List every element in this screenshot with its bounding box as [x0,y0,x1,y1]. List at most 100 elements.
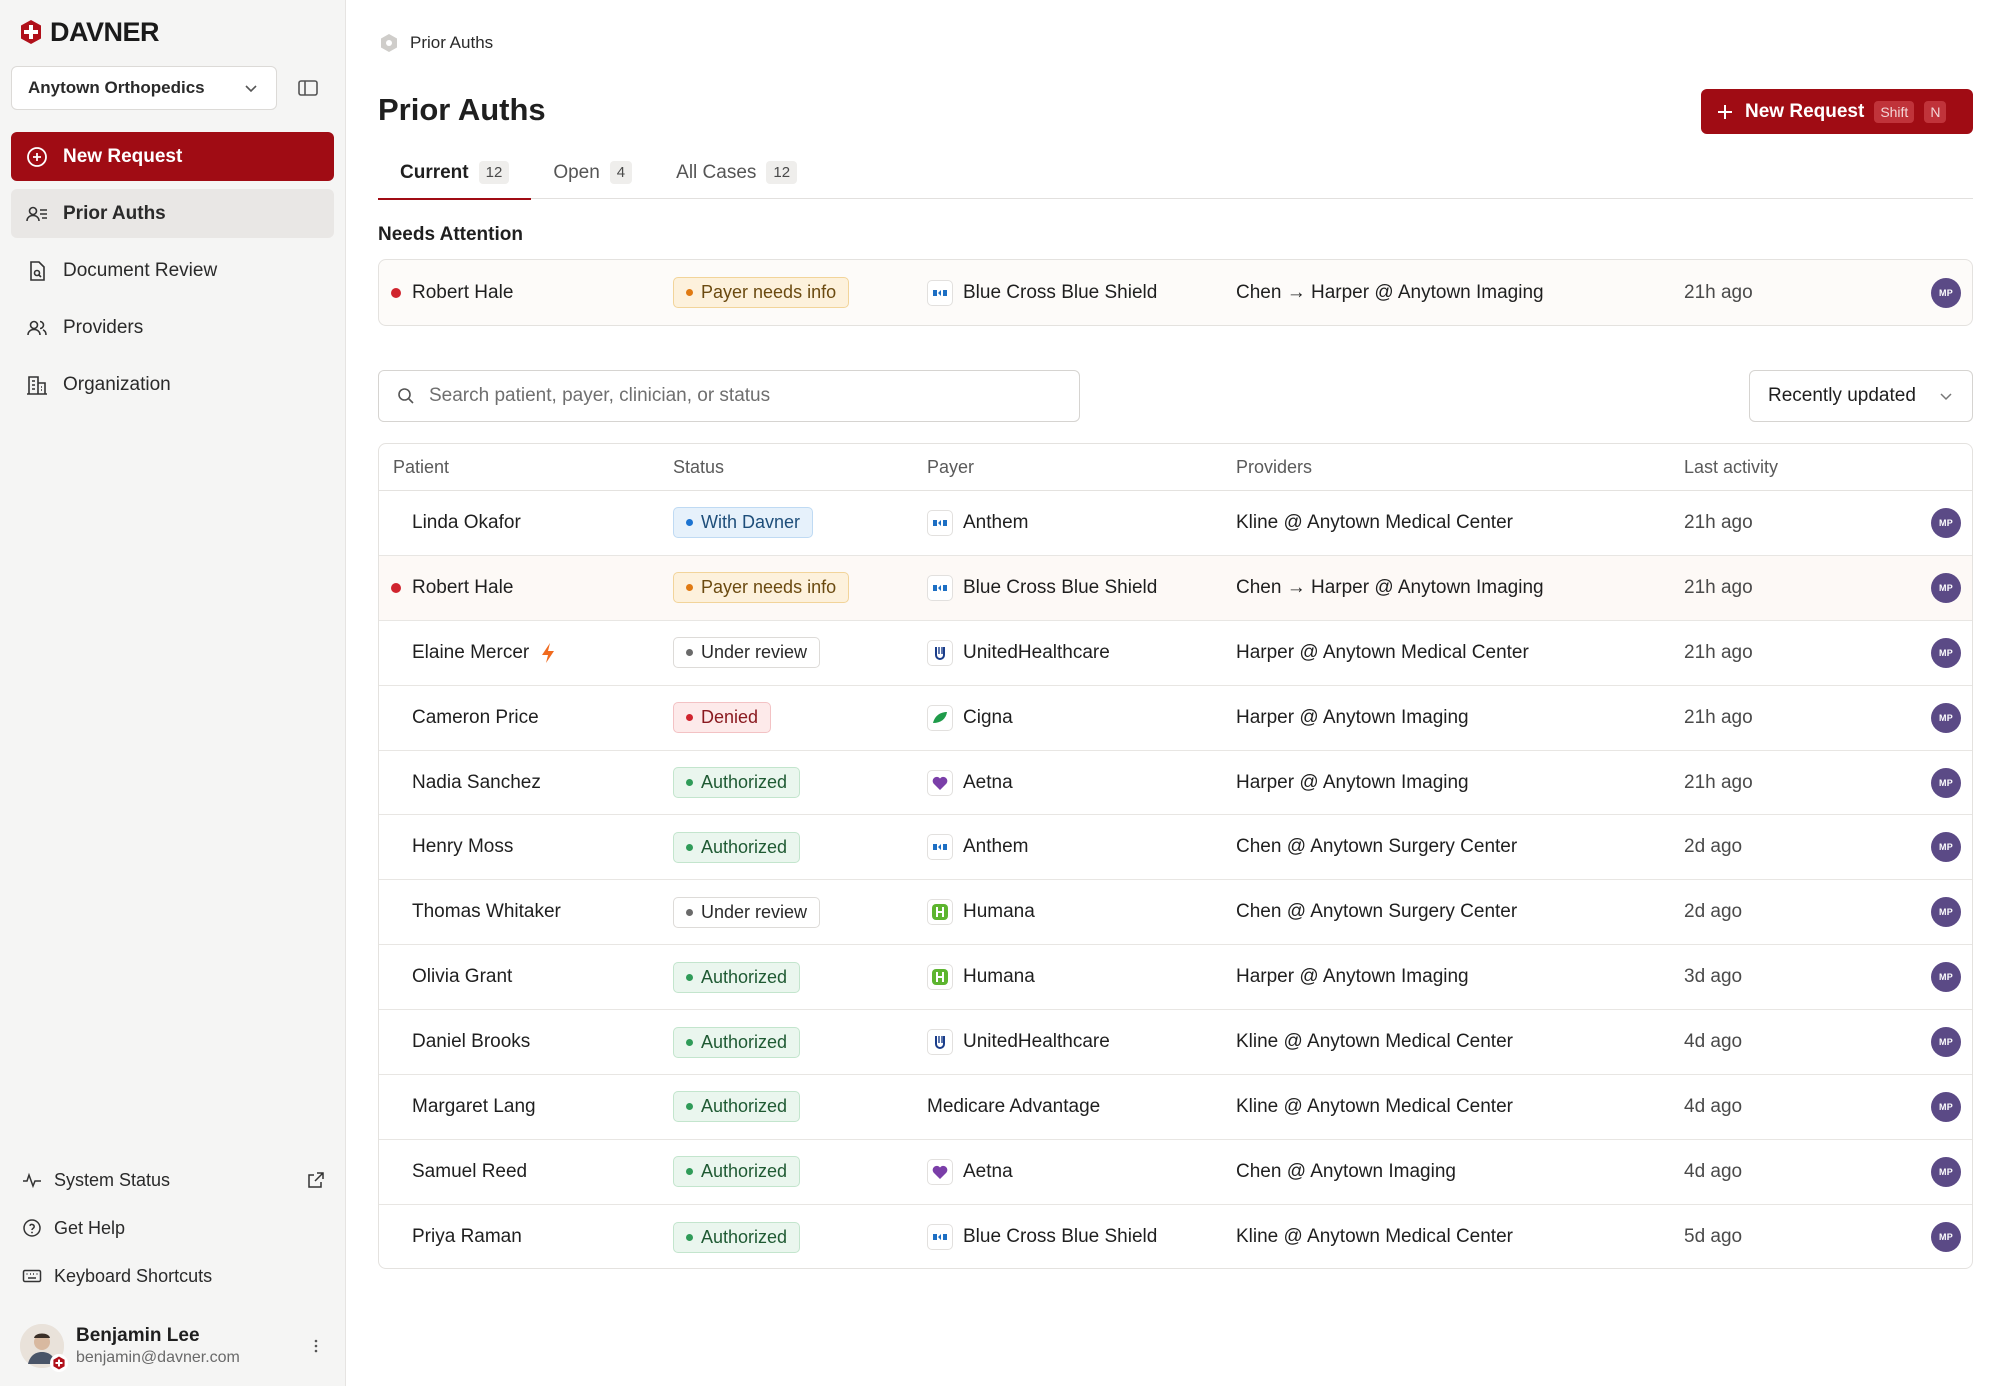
building-icon [27,375,47,395]
brand-name: DAVNER [50,16,160,47]
owner-avatar[interactable]: MP [1931,1027,1961,1058]
status-text: Authorized [701,772,788,792]
status-dot-icon [686,908,693,916]
payer-name: Blue Cross Blue Shield [963,1226,1158,1248]
patient-name: Margaret Lang [412,1095,536,1117]
table-row[interactable]: Daniel Brooks Authorized UnitedHealthcar… [379,1010,1972,1076]
sidebar-toggle-icon[interactable] [296,76,320,100]
header-patient[interactable]: Patient [379,457,659,478]
patient-name-wrap: Olivia Grant [412,966,512,988]
sidebar-item-new-request[interactable]: New Request [11,132,334,181]
header-last-activity[interactable]: Last activity [1684,457,1778,478]
humana-logo-icon [927,964,953,991]
more-vertical-icon[interactable] [306,1336,326,1356]
search-input[interactable] [429,385,1029,407]
alert-dot-icon [391,287,401,298]
owner-avatar[interactable]: MP [1931,637,1961,668]
payer-name: Humana [963,901,1035,923]
table-row[interactable]: Olivia Grant Authorized Humana Harper @ … [379,945,1972,1011]
sort-value: Recently updated [1768,385,1916,406]
user-list-icon [26,206,47,221]
owner-initials: MP [1931,277,1961,308]
get-help-label: Get Help [54,1217,126,1238]
unitedhealthcare-logo-icon [927,639,953,666]
status-cell: Under review [673,896,821,928]
patient-name-wrap: Thomas Whitaker [412,901,561,923]
tab-all-cases[interactable]: All Cases 12 [654,146,819,199]
last-activity: 4d ago [1684,1095,1743,1117]
table-row[interactable]: Linda Okafor With Davner Anthem Kline @ … [379,491,1972,556]
status-dot-icon [686,1233,693,1241]
sidebar: DAVNER Anytown Orthopedics New Request P… [0,0,346,1386]
table-row[interactable]: Priya Raman Authorized Blue Cross Blue S… [379,1205,1972,1268]
system-status-link[interactable]: System Status [22,1156,326,1204]
new-request-button[interactable]: New Request Shift N [1701,89,1973,134]
patient-cell: Priya Raman [379,1226,659,1248]
tab-current[interactable]: Current 12 [378,146,532,200]
tab-label: All Cases [676,161,757,183]
table-row[interactable]: Samuel Reed Authorized Aetna Chen @ Anyt… [379,1140,1972,1205]
sidebar-item-prior-auths[interactable]: Prior Auths [11,189,334,238]
table-row[interactable]: Robert Hale Payer needs info Blue Cross … [379,555,1972,621]
owner-avatar[interactable]: MP [1931,1222,1961,1253]
payer-cell: Blue Cross Blue Shield [927,279,1157,306]
status-badge: Payer needs info [673,572,850,604]
sidebar-item-organization[interactable]: Organization [11,360,334,409]
search-field[interactable] [378,370,1080,422]
owner-avatar[interactable]: MP [1931,277,1961,308]
last-activity: 3d ago [1684,966,1743,988]
sidebar-item-document-review[interactable]: Document Review [11,246,334,295]
sort-select[interactable]: Recently updated [1749,370,1973,422]
status-cell: Authorized [673,1156,801,1188]
owner-avatar[interactable]: MP [1931,572,1961,603]
owner-avatar[interactable]: MP [1931,767,1961,798]
tab-open[interactable]: Open 4 [531,146,654,199]
page-title: Prior Auths [378,92,546,127]
patient-name: Samuel Reed [412,1160,528,1182]
user-name: Benjamin Lee [76,1325,200,1346]
owner-initials: MP [1931,572,1961,603]
owner-avatar[interactable]: MP [1931,702,1961,733]
org-select[interactable]: Anytown Orthopedics [11,66,277,110]
owner-initials: MP [1931,1156,1961,1187]
tab-label: Current [400,161,469,183]
table-row[interactable]: Henry Moss Authorized Anthem Chen @ Anyt… [379,815,1972,881]
keyboard-shortcuts-link[interactable]: Keyboard Shortcuts [22,1252,326,1300]
last-activity: 2d ago [1684,836,1743,858]
last-activity: 21h ago [1684,511,1753,533]
sidebar-bottom-nav: System Status Get Help Keyboard Shortcut… [22,1156,326,1300]
owner-avatar[interactable]: MP [1931,832,1961,863]
table-row[interactable]: Thomas Whitaker Under review Humana Chen… [379,880,1972,946]
get-help-link[interactable]: Get Help [22,1204,326,1252]
header-payer[interactable]: Payer [927,457,974,478]
patient-name: Nadia Sanchez [412,771,541,793]
providers-cell: Kline @ Anytown Medical Center [1236,511,1513,533]
attention-row[interactable]: Robert Hale Payer needs info Blue Cross … [379,260,1972,325]
payer-cell: Medicare Advantage [927,1096,1100,1118]
table-header: Patient Status Payer Providers Last acti… [379,444,1972,491]
cigna-logo-icon [927,704,953,731]
table-row[interactable]: Margaret Lang Authorized Medicare Advant… [379,1075,1972,1140]
patient-name: Linda Okafor [412,511,521,533]
status-dot-icon [686,519,693,527]
owner-avatar[interactable]: MP [1931,1091,1961,1122]
table-row[interactable]: Nadia Sanchez Authorized Aetna Harper @ … [379,751,1972,816]
owner-avatar[interactable]: MP [1931,1156,1961,1187]
breadcrumb-current[interactable]: Prior Auths [410,33,493,53]
brand-logo[interactable]: DAVNER [18,16,160,48]
owner-avatar[interactable]: MP [1931,897,1961,928]
sidebar-item-providers[interactable]: Providers [11,303,334,352]
owner-avatar[interactable]: MP [1931,507,1961,538]
table-row[interactable]: Cameron Price Denied Cigna Harper @ Anyt… [379,686,1972,751]
patient-name-wrap: Priya Raman [412,1226,522,1248]
status-text: Under review [701,901,808,922]
sidebar-item-label: Organization [63,373,171,395]
header-status[interactable]: Status [673,457,724,478]
status-dot-icon [686,1168,693,1176]
payer-name: Cigna [963,706,1013,728]
header-providers[interactable]: Providers [1236,457,1312,478]
last-activity: 21h ago [1684,706,1753,728]
owner-avatar[interactable]: MP [1931,962,1961,993]
table-row[interactable]: Elaine Mercer Under review UnitedHealthc… [379,621,1972,686]
user-menu[interactable]: Benjamin Lee benjamin@davner.com [20,1322,326,1372]
